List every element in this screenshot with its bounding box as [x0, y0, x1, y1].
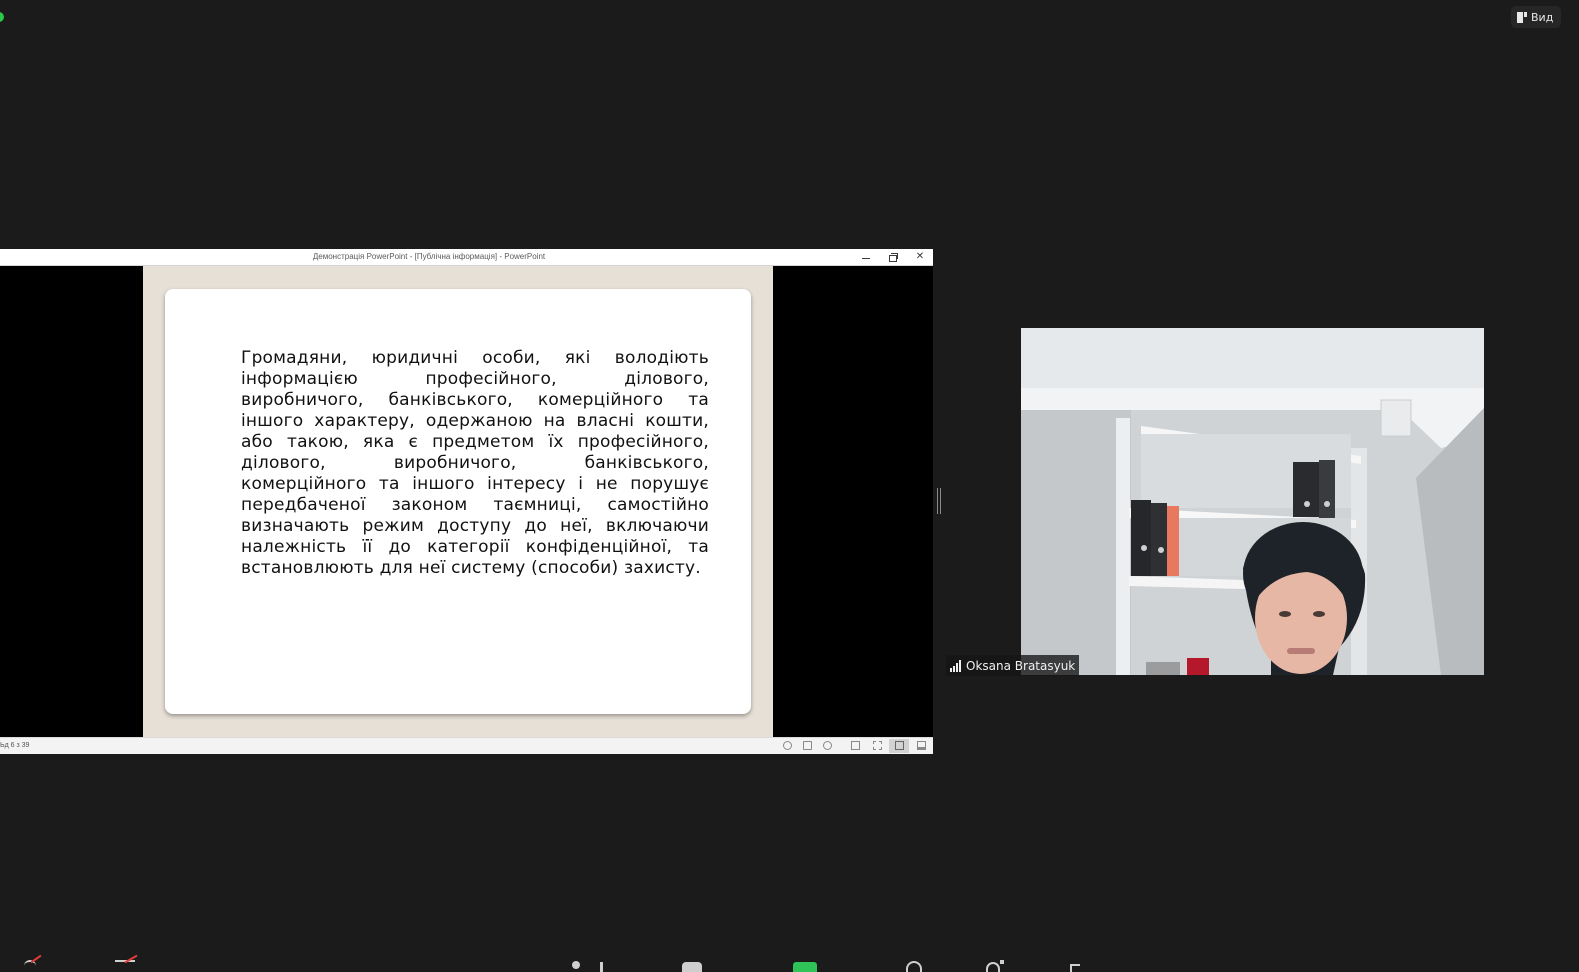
restore-icon-front — [889, 255, 897, 262]
slide-body-text: Громадяни, юридичні особи, які володіють… — [241, 348, 709, 578]
reading-view-icon[interactable] — [895, 741, 904, 750]
minimize-button[interactable] — [853, 249, 879, 265]
participants-icon[interactable] — [572, 961, 580, 969]
view-button[interactable]: Вид — [1511, 6, 1562, 28]
meeting-toolbar — [0, 952, 1579, 972]
close-icon: ✕ — [915, 251, 925, 262]
ppt-titlebar[interactable]: Демонстрація PowerPoint - [Публічна інфо… — [0, 249, 933, 266]
slide[interactable]: Громадяни, юридичні особи, які володіють… — [143, 266, 773, 737]
participants-count-icon — [600, 962, 603, 972]
meeting-stage: Вид Демонстрація PowerPoint - [Публічна … — [0, 0, 1579, 972]
connection-status-icon — [0, 12, 4, 22]
participant-name-label: Oksana Bratasyuk — [946, 655, 1080, 676]
signal-bars-icon — [950, 659, 961, 672]
view-layout-icon — [1517, 11, 1527, 23]
shared-powerpoint-window: Демонстрація PowerPoint - [Публічна інфо… — [0, 249, 933, 754]
ppt-statusbar: Ьд 6 з 39 — [0, 737, 933, 754]
share-screen-icon[interactable] — [793, 962, 817, 972]
mic-muted-slash-icon — [30, 954, 42, 964]
slideshow-icon[interactable] — [917, 741, 926, 750]
record-icon[interactable] — [906, 961, 922, 972]
participant-video[interactable] — [1021, 328, 1484, 675]
normal-view-icon[interactable] — [851, 741, 860, 750]
view-button-label: Вид — [1531, 10, 1554, 24]
next-slide-icon[interactable] — [823, 741, 832, 750]
participant-video-frame — [1021, 328, 1484, 675]
slide-counter: Ьд 6 з 39 — [0, 742, 30, 749]
apps-icon[interactable] — [1070, 964, 1080, 972]
participant-name: Oksana Bratasyuk — [966, 658, 1076, 673]
close-button[interactable]: ✕ — [907, 249, 933, 265]
chat-icon[interactable] — [682, 962, 702, 972]
slide-content-card: Громадяни, юридичні особи, які володіють… — [165, 289, 751, 714]
ppt-window-title: Демонстрація PowerPoint - [Публічна інфо… — [312, 252, 546, 261]
restore-button[interactable] — [880, 249, 906, 265]
split-view-handle[interactable] — [937, 488, 941, 514]
slideshow-canvas: Громадяни, юридичні особи, які володіють… — [0, 266, 933, 737]
previous-slide-icon[interactable] — [783, 741, 792, 750]
notes-icon[interactable] — [803, 741, 812, 750]
slide-sorter-icon[interactable] — [873, 741, 882, 750]
reactions-icon[interactable] — [986, 962, 1000, 972]
reactions-plus-icon — [1000, 960, 1004, 964]
minimize-icon — [862, 258, 870, 259]
